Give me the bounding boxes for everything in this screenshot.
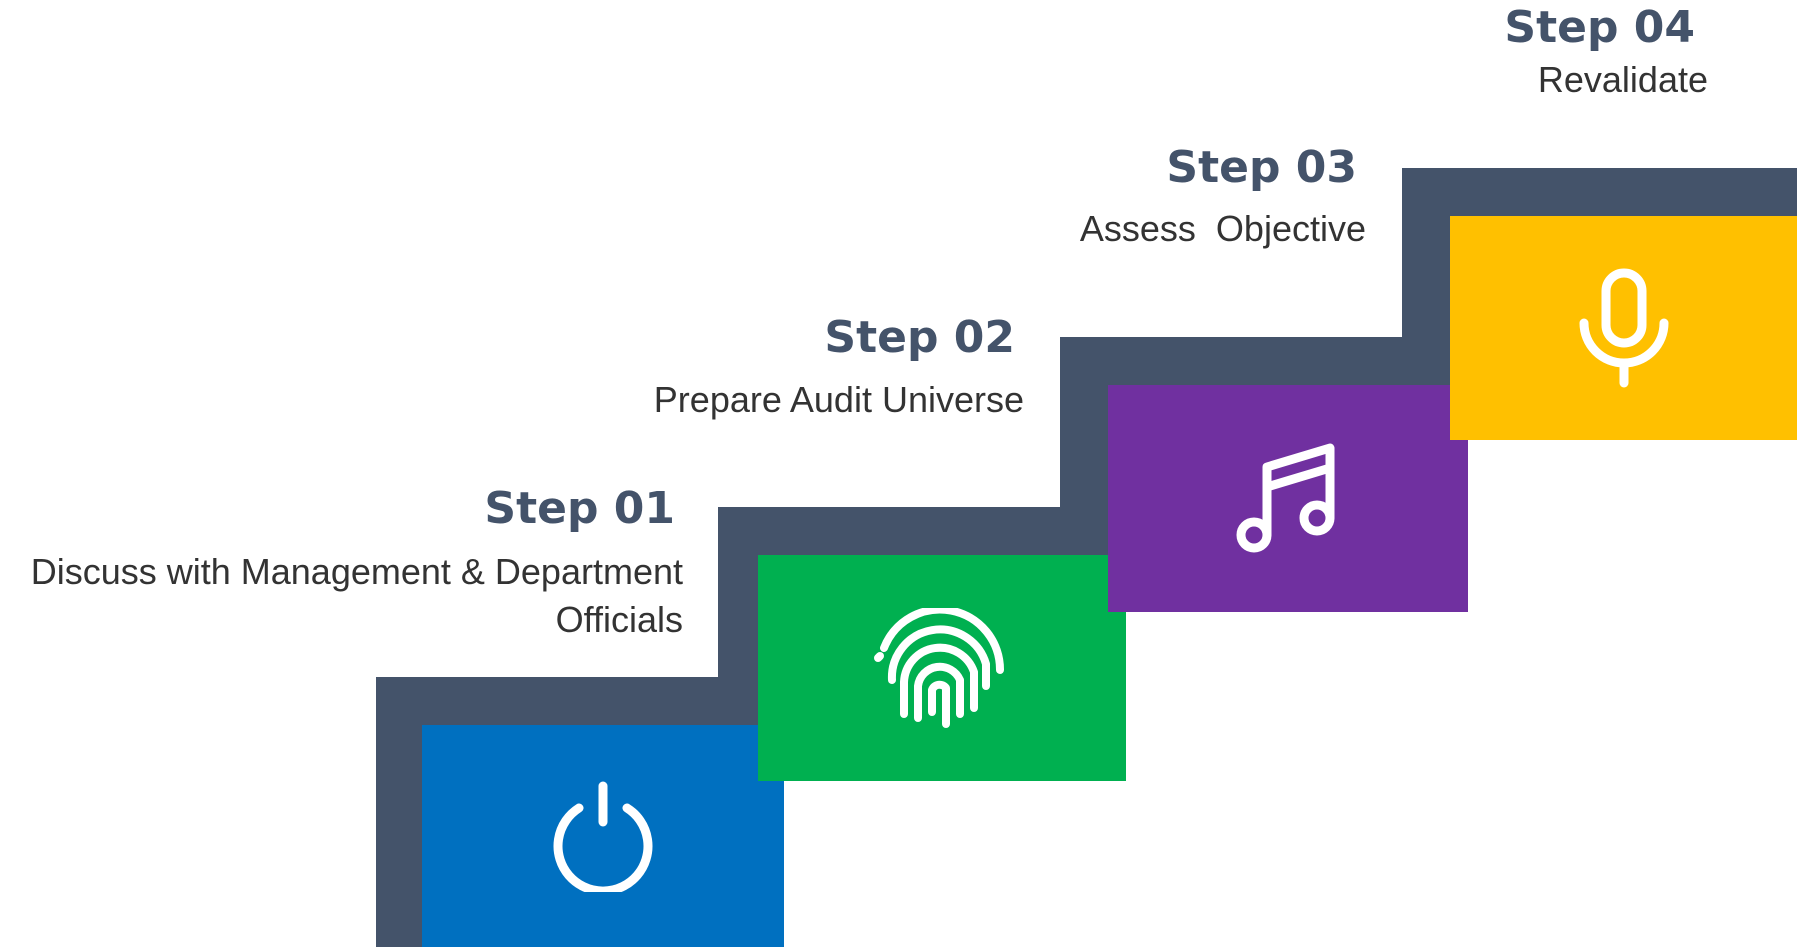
step-01-description-line1: Discuss with Management & Department	[30, 551, 683, 592]
step-03-block	[1108, 385, 1468, 612]
step-02-title: Step 02	[824, 312, 1015, 363]
stair-tread-4	[1402, 168, 1797, 216]
step-01-description-line2: Officials	[555, 599, 683, 640]
step-04-title: Step 04	[1504, 2, 1695, 53]
step-01-title: Step 01	[484, 483, 675, 534]
microphone-icon	[1576, 267, 1672, 389]
step-04-block	[1450, 216, 1797, 440]
step-04-description: Revalidate	[1537, 59, 1708, 100]
step-02-block	[758, 555, 1126, 781]
power-icon	[548, 780, 658, 892]
music-note-icon	[1233, 440, 1343, 558]
stair-tread-3	[1060, 337, 1444, 385]
step-02-description: Prepare Audit Universe	[653, 379, 1024, 420]
step-03-title: Step 03	[1166, 142, 1357, 193]
stair-tread-2	[718, 507, 1098, 555]
fingerprint-icon	[874, 608, 1010, 728]
step-03-description: Assess Objective	[1079, 208, 1366, 249]
step-01-block	[422, 725, 784, 947]
stair-tread-1	[376, 677, 758, 725]
